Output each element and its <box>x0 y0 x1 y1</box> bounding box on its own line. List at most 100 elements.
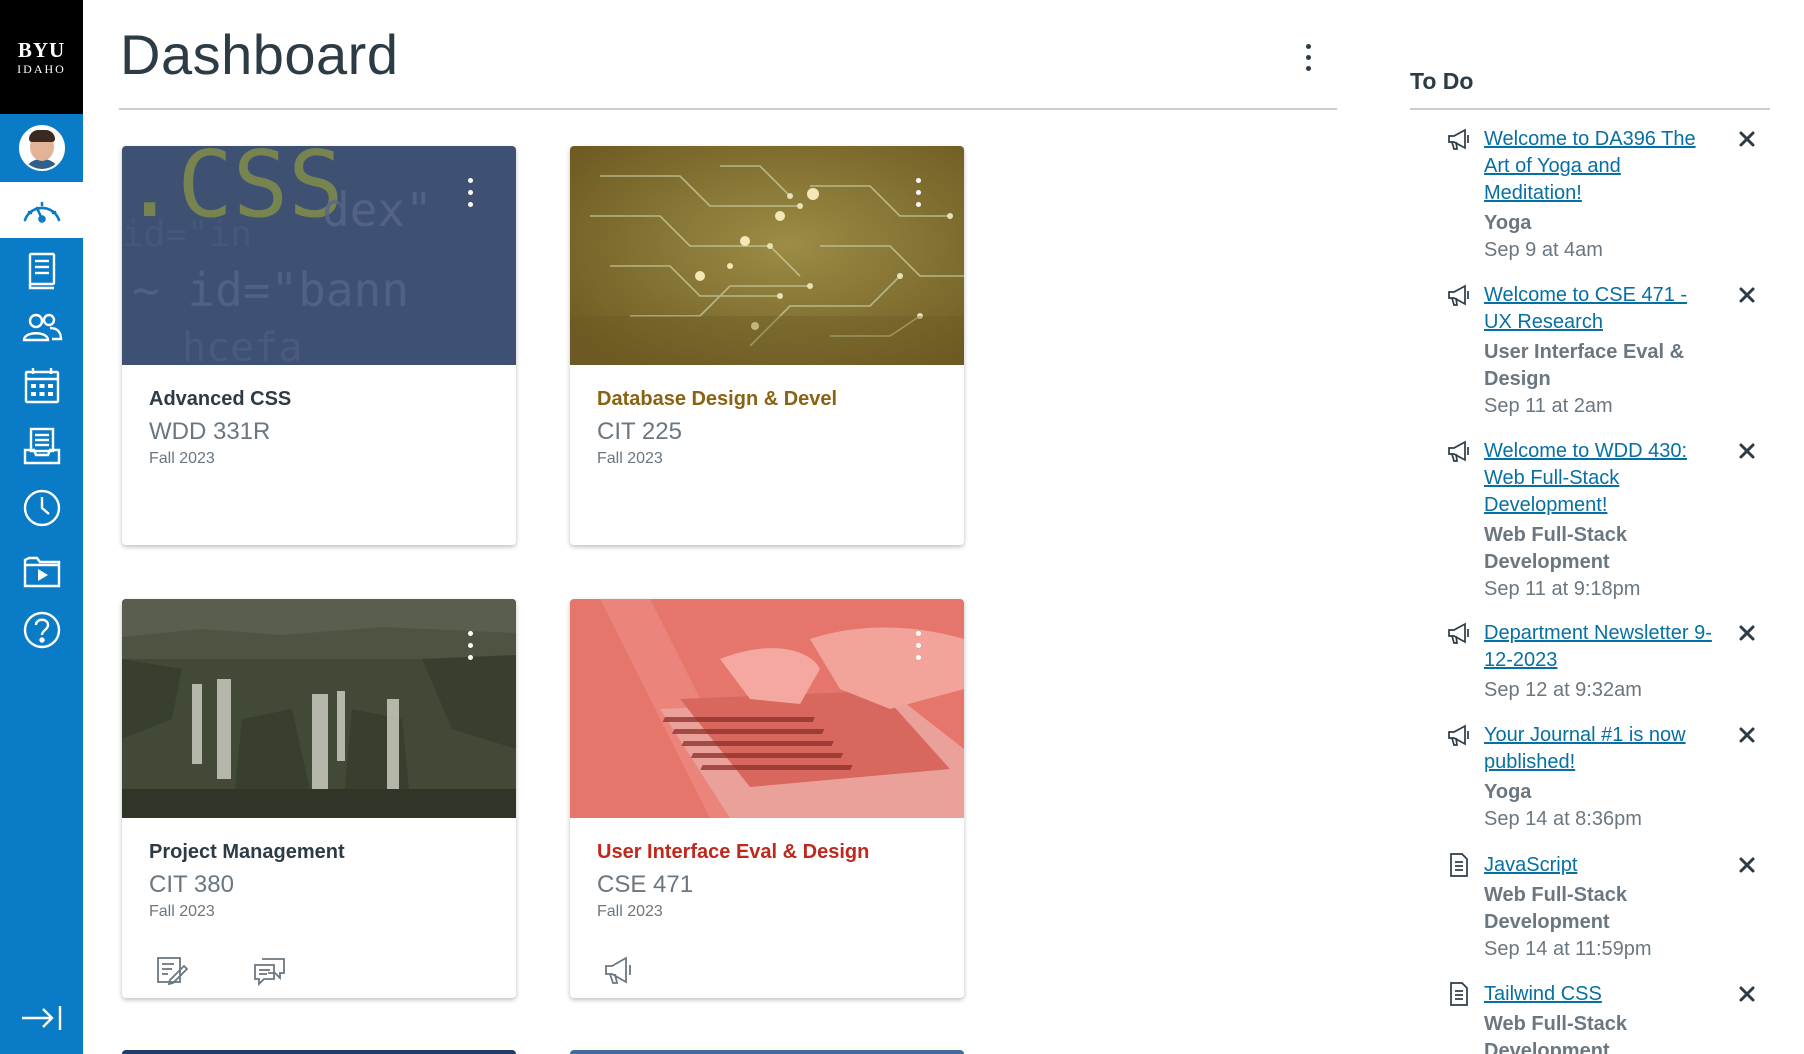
course-code: CSE 471 <box>597 871 694 898</box>
page-title: Dashboard <box>120 23 399 86</box>
dismiss-todo-button[interactable] <box>1736 724 1758 746</box>
course-term: Fall 2023 <box>597 450 663 467</box>
nav-item-studio[interactable] <box>20 548 64 592</box>
discussion-icon <box>254 958 285 987</box>
course-name[interactable]: Advanced CSS <box>149 388 291 411</box>
course-card[interactable]: Project Management CIT 380 Fall 2023 <box>122 599 516 998</box>
book-icon <box>28 252 56 290</box>
calendar-icon <box>24 368 60 404</box>
dismiss-todo-button[interactable] <box>1736 622 1758 644</box>
close-icon <box>1739 625 1755 641</box>
dismiss-todo-button[interactable] <box>1736 854 1758 876</box>
course-card-partial[interactable] <box>570 1050 964 1054</box>
todo-item-course: User Interface Eval & Design <box>1484 341 1685 390</box>
announcements-button[interactable] <box>602 953 636 987</box>
announcement-icon <box>1446 438 1472 464</box>
svg-text:hcefa: hcefa <box>182 325 302 365</box>
course-code: WDD 331R <box>149 418 271 445</box>
course-term: Fall 2023 <box>597 903 663 920</box>
announcement-icon <box>605 956 631 984</box>
inbox-icon <box>23 427 61 465</box>
course-card[interactable]: Database Design & Devel CIT 225 Fall 202… <box>570 146 964 545</box>
assignments-button[interactable] <box>154 953 189 987</box>
todo-item-date: Sep 11 at 9:18pm <box>1484 578 1641 600</box>
close-icon <box>1739 287 1755 303</box>
clock-icon <box>23 489 61 527</box>
course-term: Fall 2023 <box>149 903 215 920</box>
todo-item-date: Sep 12 at 9:32am <box>1484 679 1642 701</box>
collapse-nav-button[interactable] <box>20 996 64 1040</box>
svg-text:~ id="bann: ~ id="bann <box>132 263 409 317</box>
assignment-icon <box>157 957 189 986</box>
dismiss-todo-button[interactable] <box>1736 440 1758 462</box>
course-term: Fall 2023 <box>149 450 215 467</box>
course-card[interactable]: User Interface Eval & Design CSE 471 Fal… <box>570 599 964 998</box>
todo-heading: To Do <box>1410 68 1474 94</box>
account-avatar[interactable] <box>19 125 65 171</box>
svg-text:id="in: id="in <box>122 214 252 255</box>
todo-item-link[interactable]: JavaScript <box>1484 852 1720 879</box>
course-card-image <box>570 146 964 365</box>
todo-item-link[interactable]: Welcome to WDD 430: Web Full-Stack Devel… <box>1484 438 1720 519</box>
logo-line-2: IDAHO <box>17 62 66 76</box>
todo-item-course: Web Full-Stack Development <box>1484 1013 1627 1054</box>
todo-divider <box>1410 108 1770 110</box>
announcement-icon <box>1446 282 1472 308</box>
global-nav: BYU IDAHO <box>0 0 83 1054</box>
course-card-partial[interactable] <box>122 1050 516 1054</box>
nav-item-help[interactable] <box>20 608 64 652</box>
dismiss-todo-button[interactable] <box>1736 284 1758 306</box>
todo-item-link[interactable]: Welcome to DA396 The Art of Yoga and Med… <box>1484 126 1720 207</box>
collapse-arrow-icon <box>22 1006 62 1030</box>
nav-item-history[interactable] <box>20 486 64 530</box>
course-name[interactable]: Project Management <box>149 841 345 864</box>
dismiss-todo-button[interactable] <box>1736 983 1758 1005</box>
people-icon <box>22 313 63 342</box>
title-divider <box>119 108 1337 110</box>
byu-idaho-logo[interactable]: BYU IDAHO <box>0 0 83 114</box>
page-icon <box>1446 852 1472 878</box>
discussions-button[interactable] <box>252 953 286 987</box>
speedometer-icon <box>20 188 64 232</box>
card-options-button[interactable] <box>914 631 924 667</box>
nav-item-groups[interactable] <box>20 306 64 350</box>
dismiss-todo-button[interactable] <box>1736 128 1758 150</box>
course-name[interactable]: User Interface Eval & Design <box>597 841 869 864</box>
todo-item-link[interactable]: Welcome to CSE 471 - UX Research <box>1484 282 1720 336</box>
course-card[interactable]: .CSS dex" id="in ~ id="bann hcefa Advanc… <box>122 146 516 545</box>
course-code: CIT 380 <box>149 871 234 898</box>
course-card-image <box>570 599 964 818</box>
card-options-button[interactable] <box>914 178 924 214</box>
todo-item-date: Sep 14 at 8:36pm <box>1484 808 1642 830</box>
help-circle-icon <box>23 611 61 649</box>
close-icon <box>1739 443 1755 459</box>
course-card-image <box>122 599 516 818</box>
course-card-image: .CSS dex" id="in ~ id="bann hcefa <box>122 146 516 365</box>
todo-item-course: Web Full-Stack Development <box>1484 884 1627 933</box>
course-name[interactable]: Database Design & Devel <box>597 388 837 411</box>
todo-item-link[interactable]: Department Newsletter 9-12-2023 <box>1484 620 1720 674</box>
video-folder-icon <box>23 556 61 588</box>
nav-item-calendar[interactable] <box>20 364 64 408</box>
todo-item-course: Yoga <box>1484 781 1532 803</box>
todo-item-link[interactable]: Tailwind CSS <box>1484 981 1720 1008</box>
todo-item-link[interactable]: Your Journal #1 is now published! <box>1484 722 1720 776</box>
card-options-button[interactable] <box>466 631 476 667</box>
nav-item-courses[interactable] <box>20 248 64 292</box>
svg-text:dex": dex" <box>322 183 433 237</box>
nav-item-inbox[interactable] <box>20 424 64 468</box>
todo-item-date: Sep 11 at 2am <box>1484 395 1613 417</box>
card-options-button[interactable] <box>466 178 476 214</box>
announcement-icon <box>1446 620 1472 646</box>
close-icon <box>1739 727 1755 743</box>
close-icon <box>1739 131 1755 147</box>
announcement-icon <box>1446 126 1472 152</box>
todo-item-course: Yoga <box>1484 212 1532 234</box>
logo-line-1: BYU <box>17 38 66 62</box>
todo-item-date: Sep 9 at 4am <box>1484 239 1603 261</box>
todo-item-course: Web Full-Stack Development <box>1484 524 1627 573</box>
todo-item-date: Sep 14 at 11:59pm <box>1484 938 1652 960</box>
announcement-icon <box>1446 722 1472 748</box>
dashboard-options-button[interactable] <box>1296 36 1320 76</box>
course-code: CIT 225 <box>597 418 682 445</box>
